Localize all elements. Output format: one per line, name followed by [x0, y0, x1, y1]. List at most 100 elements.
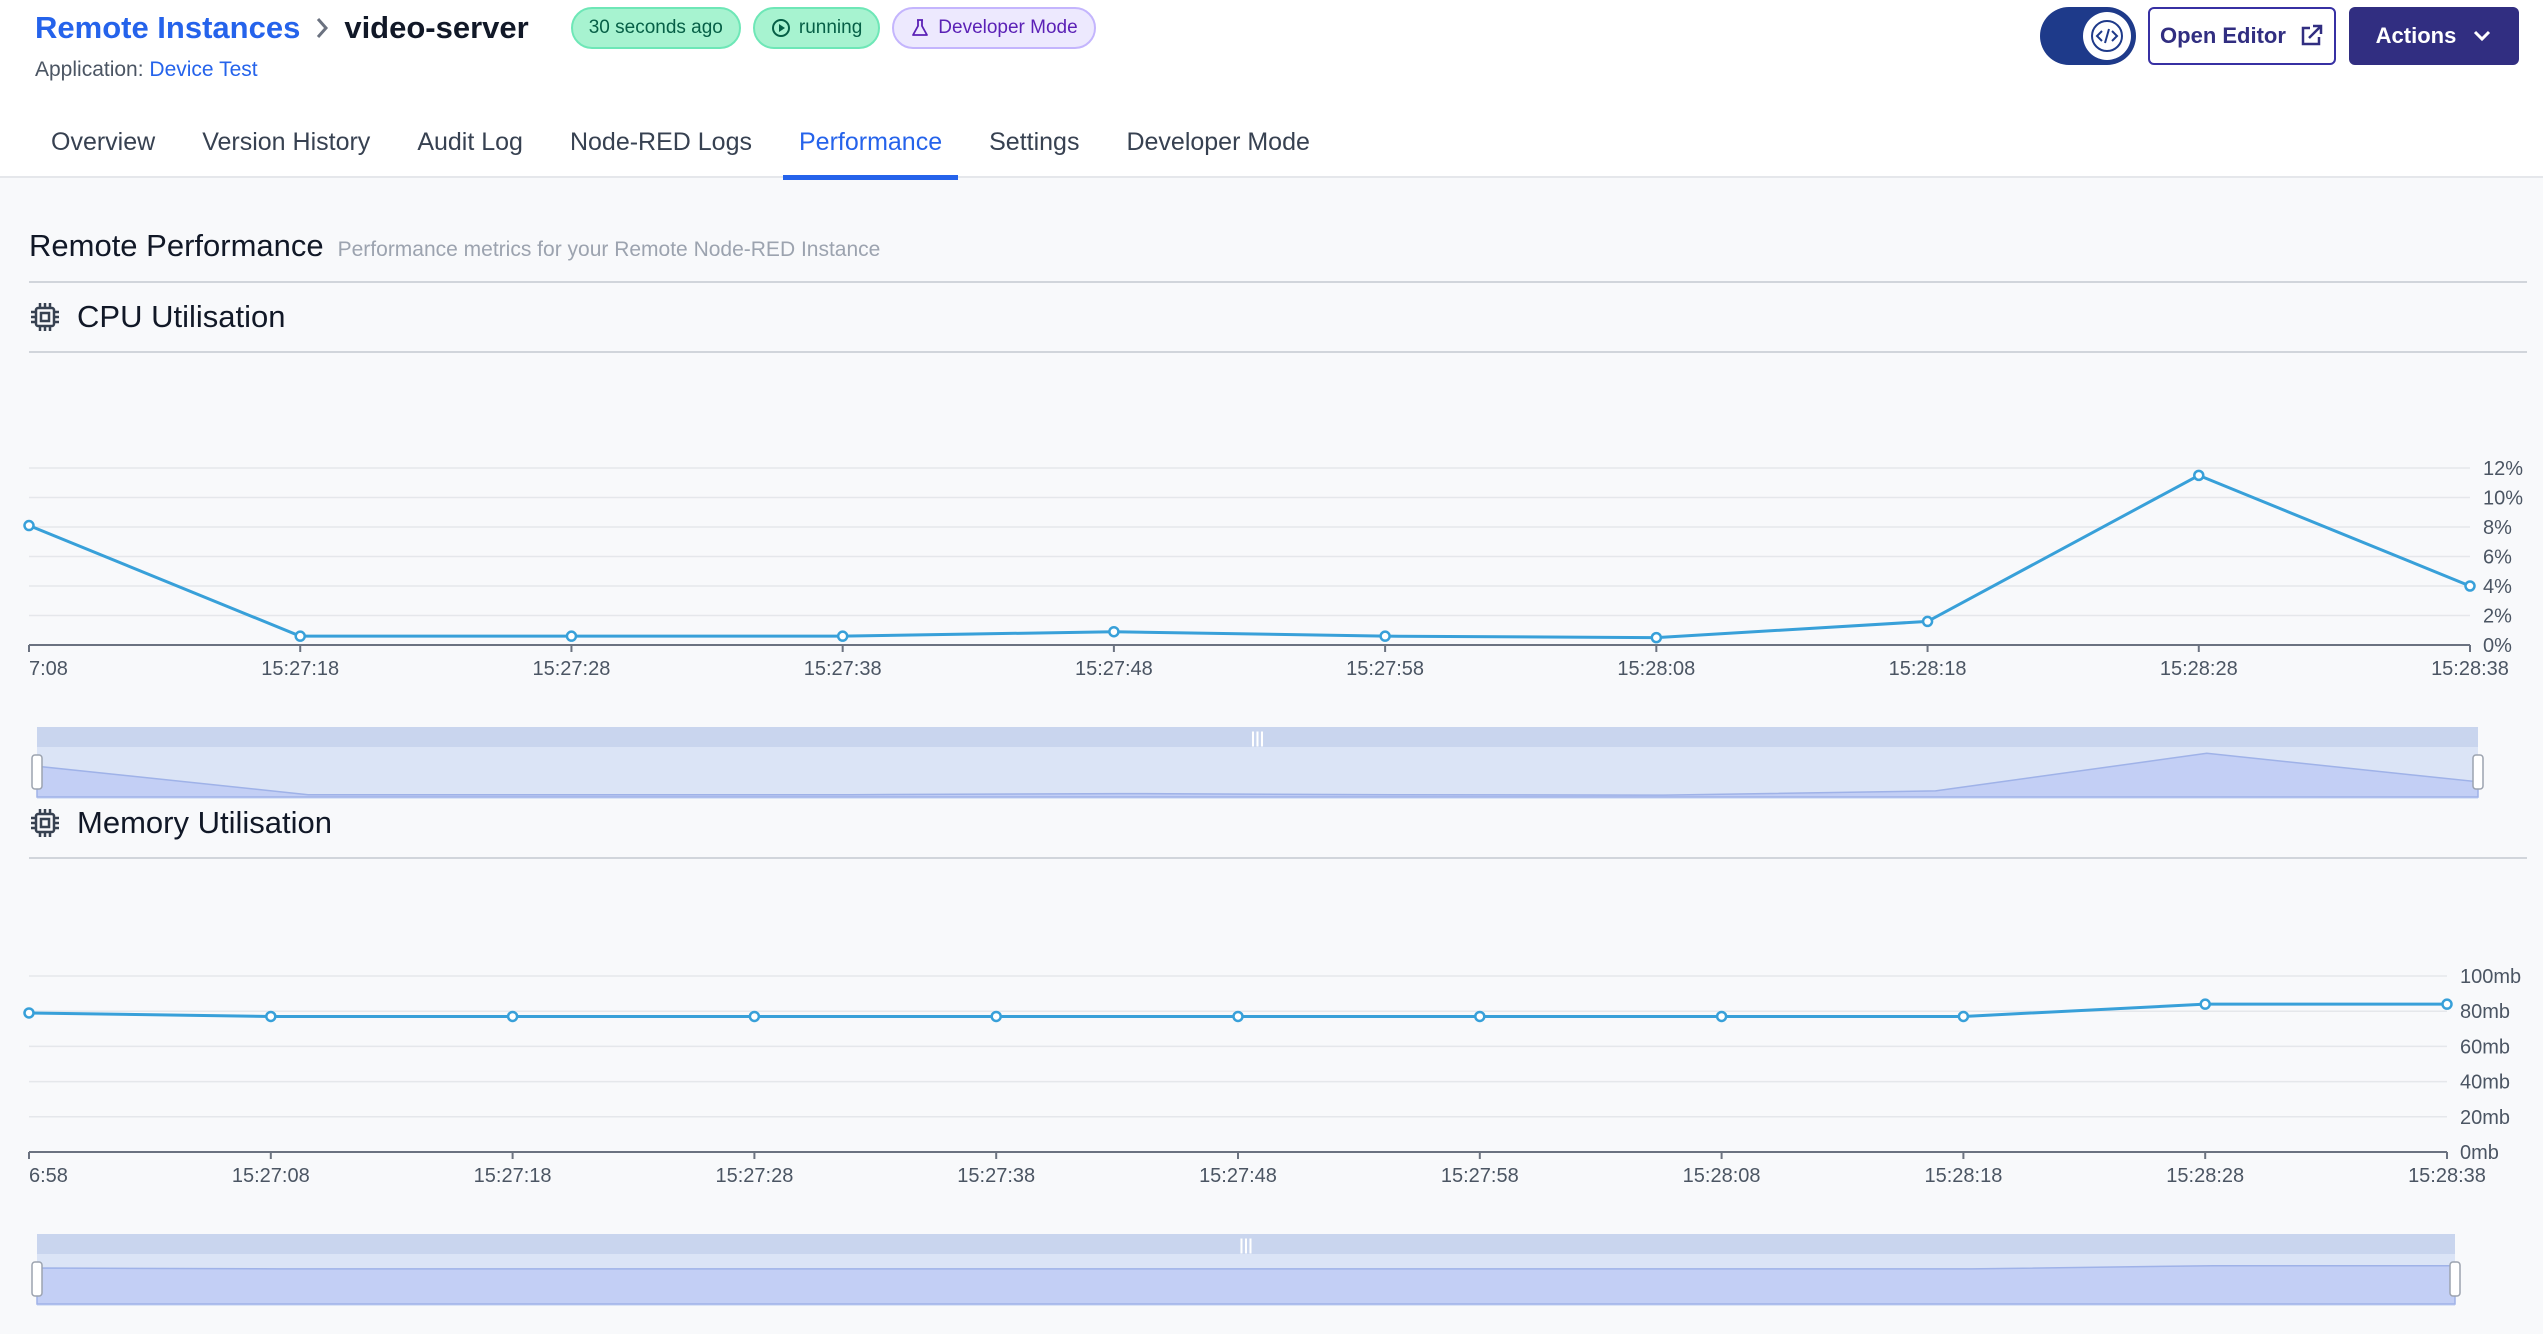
data-point[interactable] — [2441, 998, 2453, 1010]
y-tick-label: 20mb — [2460, 1107, 2510, 1129]
y-tick-label: 40mb — [2460, 1072, 2510, 1094]
x-tick-label: 15:27:18 — [261, 658, 339, 680]
data-point[interactable] — [2199, 998, 2211, 1010]
y-tick-label: 0% — [2483, 635, 2512, 657]
y-tick-label: 10% — [2483, 488, 2523, 510]
x-tick-label: 15:27:18 — [474, 1165, 552, 1187]
y-tick-label: 4% — [2483, 576, 2512, 598]
tab-version-history[interactable]: Version History — [186, 118, 386, 178]
data-point[interactable] — [1650, 631, 1663, 644]
data-point[interactable] — [1921, 615, 1934, 628]
data-point[interactable] — [990, 1010, 1002, 1023]
x-tick-label: 15:27:48 — [1199, 1165, 1277, 1187]
x-tick-label: 7:08 — [29, 658, 68, 680]
data-point[interactable] — [1474, 1010, 1486, 1023]
data-point[interactable] — [1715, 1010, 1728, 1023]
tab-overview[interactable]: Overview — [35, 118, 171, 178]
zoom-slider-left-handle[interactable] — [31, 754, 43, 790]
data-point[interactable] — [23, 1007, 35, 1019]
status-badge-label: running — [798, 17, 863, 38]
x-tick-label: 15:28:08 — [1683, 1165, 1761, 1187]
developer-mode-badge-label: Developer Mode — [938, 17, 1078, 38]
actions-label: Actions — [2375, 23, 2457, 48]
tab-settings[interactable]: Settings — [973, 118, 1095, 178]
open-editor-button[interactable]: Open Editor — [2148, 7, 2336, 65]
y-tick-label: 0mb — [2460, 1142, 2499, 1164]
grip-icon: ||| — [1239, 1237, 1252, 1254]
page-header: Remote Instances video-server 30 seconds… — [0, 0, 2543, 180]
breadcrumb: Remote Instances video-server 30 seconds… — [35, 7, 1096, 49]
y-tick-label: 80mb — [2460, 1001, 2510, 1023]
data-point[interactable] — [1108, 625, 1120, 638]
open-editor-label: Open Editor — [2160, 23, 2286, 48]
data-point[interactable] — [294, 630, 306, 642]
chevron-right-icon — [317, 18, 329, 38]
x-tick-label: 15:28:28 — [2160, 658, 2238, 680]
page-subtitle: Performance metrics for your Remote Node… — [337, 238, 881, 261]
data-point[interactable] — [1379, 630, 1391, 642]
actions-button[interactable]: Actions — [2349, 7, 2519, 65]
zoom-slider-preview — [36, 1264, 2456, 1305]
x-tick-label: 15:27:08 — [232, 1165, 310, 1187]
zoom-slider-right-handle[interactable] — [2472, 754, 2484, 790]
x-tick-label: 15:28:18 — [1924, 1165, 2002, 1187]
toggle-knob — [2083, 12, 2131, 60]
cpu-chart-divider — [29, 351, 2527, 353]
data-point[interactable] — [2464, 580, 2476, 592]
zoom-slider-left-handle[interactable] — [31, 1261, 43, 1297]
cpu-chart-title: CPU Utilisation — [77, 299, 286, 334]
data-point[interactable] — [265, 1010, 277, 1023]
x-tick-label: 15:28:38 — [2431, 658, 2509, 680]
memory-chart-divider — [29, 857, 2527, 859]
y-tick-label: 12% — [2483, 458, 2523, 480]
tab-developer-mode[interactable]: Developer Mode — [1110, 118, 1325, 178]
x-tick-label: 15:28:28 — [2166, 1165, 2244, 1187]
y-tick-label: 8% — [2483, 517, 2512, 539]
x-tick-label: 15:28:08 — [1617, 658, 1695, 680]
tab-bar: Overview Version History Audit Log Node-… — [35, 118, 1341, 180]
code-icon — [2091, 20, 2123, 52]
data-point[interactable] — [836, 630, 849, 642]
beaker-icon — [912, 19, 929, 36]
breadcrumb-remote-instances-link[interactable]: Remote Instances — [35, 10, 300, 46]
tab-performance[interactable]: Performance — [782, 118, 959, 180]
memory-chart-header: Memory Utilisation — [29, 805, 332, 841]
data-point[interactable] — [1957, 1010, 1970, 1023]
data-point[interactable] — [2193, 469, 2205, 482]
cpu-chart-header: CPU Utilisation — [29, 299, 285, 335]
x-tick-label: 15:27:58 — [1346, 658, 1424, 680]
cpu-utilisation-chart[interactable]: 0% 2% 4% 6% 8% 10% 12% 7:08 15:27:18 15:27:28 15:2… — [0, 440, 2543, 810]
application-link[interactable]: Device Test — [149, 58, 257, 81]
external-link-icon — [2301, 24, 2323, 46]
data-point[interactable] — [565, 630, 578, 642]
zoom-slider-right-handle[interactable] — [2449, 1261, 2461, 1297]
y-tick-label: 6% — [2483, 547, 2512, 569]
grip-icon: ||| — [1251, 730, 1264, 747]
instance-name: video-server — [344, 10, 529, 45]
x-tick-label: 15:27:38 — [804, 658, 882, 680]
application-label: Application: — [35, 58, 144, 81]
y-tick-label: 2% — [2483, 606, 2512, 628]
play-circle-icon — [771, 19, 790, 37]
memory-chip-icon — [31, 809, 59, 837]
tab-audit-log[interactable]: Audit Log — [401, 118, 539, 178]
data-point[interactable] — [1232, 1010, 1244, 1023]
x-tick-label: 15:27:58 — [1441, 1165, 1519, 1187]
data-point[interactable] — [748, 1010, 761, 1023]
x-tick-label: 15:28:18 — [1889, 658, 1967, 680]
memory-chart-title: Memory Utilisation — [77, 805, 332, 840]
y-tick-label: 60mb — [2460, 1036, 2510, 1058]
x-tick-label: 15:27:38 — [957, 1165, 1035, 1187]
section-header: Remote Performance Performance metrics f… — [29, 228, 880, 264]
page-title: Remote Performance — [29, 228, 324, 263]
x-tick-label: 15:28:38 — [2408, 1165, 2486, 1187]
data-point[interactable] — [506, 1010, 519, 1023]
section-divider — [29, 281, 2527, 283]
developer-mode-toggle[interactable] — [2040, 7, 2136, 65]
tab-node-red-logs[interactable]: Node-RED Logs — [554, 118, 768, 178]
data-point[interactable] — [23, 519, 35, 532]
x-tick-label: 6:58 — [29, 1165, 68, 1187]
developer-mode-badge: Developer Mode — [892, 7, 1096, 49]
status-badge: running — [752, 7, 881, 49]
memory-utilisation-chart[interactable]: 0mb 20mb 40mb 60mb 80mb 100mb 6:58 15:27:08 15:2… — [0, 950, 2543, 1334]
